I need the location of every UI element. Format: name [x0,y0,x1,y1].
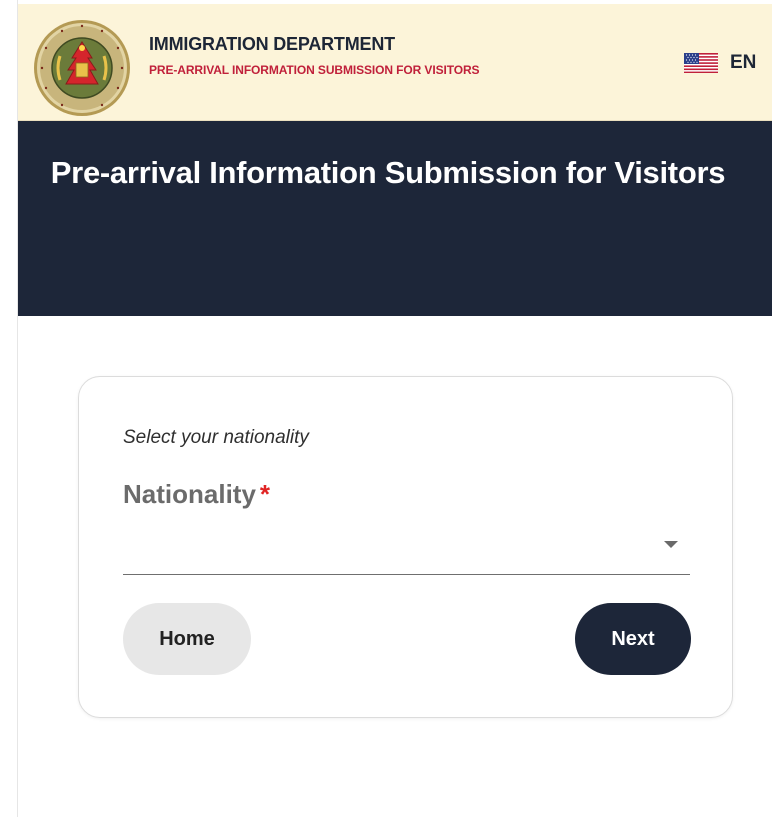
department-title: IMMIGRATION DEPARTMENT [149,34,395,54]
brand: IMMIGRATION DEPARTMENT PRE-ARRIVAL INFOR… [149,34,480,77]
required-marker: * [259,479,271,509]
us-flag-icon [684,53,718,73]
home-button[interactable]: Home [123,603,251,675]
page-frame: IMMIGRATION DEPARTMENT PRE-ARRIVAL INFOR… [18,4,772,817]
hero-banner: Pre-arrival Information Submission for V… [18,121,772,316]
next-button[interactable]: Next [575,603,691,675]
nationality-card: Select your nationality Nationality * Hom… [78,376,733,718]
nationality-select[interactable] [123,517,690,575]
nationality-hint: Select your nationality [123,427,309,448]
nationality-label: Nationality * [123,479,270,510]
language-code: EN [730,52,757,73]
department-subtitle: PRE-ARRIVAL INFORMATION SUBMISSION FOR V… [149,63,480,77]
browser-left-edge [0,0,18,817]
nationality-label-text: Nationality [123,479,256,509]
caret-down-icon[interactable] [664,541,678,548]
immigration-emblem-icon [34,20,130,116]
page-title: Pre-arrival Information Submission for V… [50,155,726,190]
language-selector[interactable]: EN [684,52,756,74]
site-header: IMMIGRATION DEPARTMENT PRE-ARRIVAL INFOR… [18,4,772,121]
